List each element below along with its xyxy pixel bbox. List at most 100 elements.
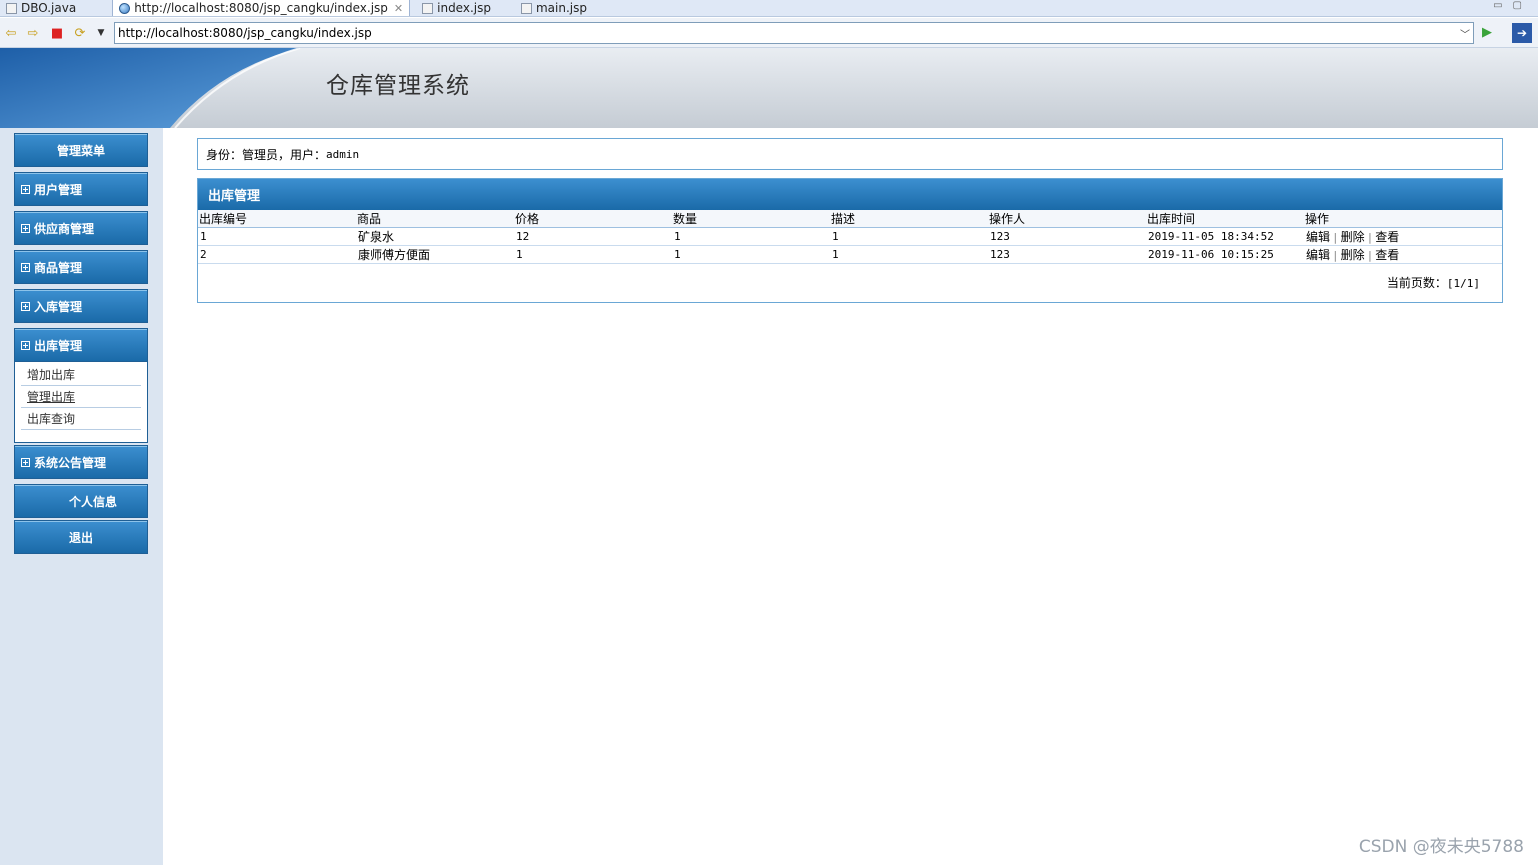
tab-label: main.jsp bbox=[535, 1, 587, 15]
url-input[interactable] bbox=[115, 26, 1457, 40]
menu-header: 管理菜单 bbox=[14, 133, 148, 167]
col-header: 出库编号 bbox=[198, 210, 356, 228]
tab-main-jsp[interactable]: main.jsp bbox=[515, 0, 593, 16]
tab-label: DBO.java bbox=[21, 1, 77, 15]
cell-product: 康师傅方便面 bbox=[356, 245, 514, 264]
col-header: 描述 bbox=[830, 210, 988, 228]
stop-icon[interactable]: ■ bbox=[49, 25, 65, 41]
col-header: 出库时间 bbox=[1146, 210, 1304, 228]
file-icon bbox=[520, 2, 532, 14]
pager-label: 当前页数： bbox=[1386, 276, 1447, 290]
table-header-row: 出库编号 商品 价格 数量 描述 操作人 出库时间 操作 bbox=[198, 210, 1502, 228]
cell-desc: 1 bbox=[830, 227, 988, 246]
outbound-panel: 出库管理 出库编号 商品 价格 数量 描述 操作人 出库时间 操作 1 矿泉水 … bbox=[197, 178, 1503, 303]
go-icon[interactable]: ▶ bbox=[1482, 25, 1498, 41]
header-banner-art bbox=[0, 48, 301, 128]
file-icon bbox=[422, 2, 434, 14]
browser-toolbar: ⇦ ⇨ ■ ⟳ ▼ ﹀ ▶ ➔ bbox=[0, 18, 1538, 48]
edit-link[interactable]: 编辑 bbox=[1306, 248, 1330, 262]
sidebar-item-label: 出库管理 bbox=[34, 338, 83, 353]
tab-label: index.jsp bbox=[437, 1, 491, 15]
plus-icon bbox=[21, 184, 30, 194]
separator: | bbox=[1366, 231, 1374, 244]
table-row: 1 矿泉水 12 1 1 123 2019-11-05 18:34:52 编辑 |… bbox=[198, 227, 1502, 246]
cell-price: 1 bbox=[514, 245, 672, 264]
view-link[interactable]: 查看 bbox=[1375, 230, 1399, 244]
address-bar[interactable]: ﹀ bbox=[114, 22, 1474, 44]
sidebar-item-users[interactable]: 用户管理 bbox=[14, 172, 148, 206]
delete-link[interactable]: 删除 bbox=[1341, 248, 1365, 262]
cell-actions: 编辑 | 删除 | 查看 bbox=[1304, 245, 1502, 264]
tab-label: http://localhost:8080/jsp_cangku/index.j… bbox=[134, 1, 388, 15]
pager-value: [1/1] bbox=[1446, 277, 1480, 290]
sidebar-item-inbound[interactable]: 入库管理 bbox=[14, 289, 148, 323]
cell-id: 2 bbox=[198, 245, 356, 264]
plus-icon bbox=[21, 301, 30, 311]
cell-qty: 1 bbox=[672, 227, 830, 246]
user-info-prefix: 身份：管理员，用户： bbox=[206, 147, 327, 162]
edit-link[interactable]: 编辑 bbox=[1306, 230, 1330, 244]
cell-qty: 1 bbox=[672, 245, 830, 264]
cell-operator: 123 bbox=[988, 245, 1146, 264]
editor-tab-bar: DBO.java http://localhost:8080/jsp_cangk… bbox=[0, 0, 1538, 17]
sidebar-item-label: 系统公告管理 bbox=[34, 455, 107, 470]
window-controls[interactable]: ▭▢ bbox=[1493, 0, 1532, 11]
username: admin bbox=[326, 147, 360, 161]
profile-button[interactable]: 个人信息 bbox=[14, 484, 148, 518]
sidebar-item-label: 用户管理 bbox=[34, 182, 83, 197]
globe-icon bbox=[119, 2, 131, 14]
sidebar-item-label: 入库管理 bbox=[34, 299, 83, 314]
cell-actions: 编辑 | 删除 | 查看 bbox=[1304, 227, 1502, 246]
col-header: 操作人 bbox=[988, 210, 1146, 228]
watermark: CSDN @夜未央5788 bbox=[1358, 837, 1524, 857]
open-external-icon[interactable]: ➔ bbox=[1512, 23, 1532, 43]
col-header: 商品 bbox=[356, 210, 514, 228]
back-icon[interactable]: ⇦ bbox=[3, 25, 19, 41]
menu-header-label: 管理菜单 bbox=[56, 143, 105, 158]
table-row: 2 康师傅方便面 1 1 1 123 2019-11-06 10:15:25 编… bbox=[198, 245, 1502, 264]
close-icon[interactable]: ✕ bbox=[394, 2, 403, 15]
tab-index-jsp[interactable]: index.jsp bbox=[416, 0, 497, 16]
plus-icon bbox=[21, 457, 30, 467]
cell-time: 2019-11-06 10:15:25 bbox=[1146, 245, 1304, 264]
cell-id: 1 bbox=[198, 227, 356, 246]
view-link[interactable]: 查看 bbox=[1375, 248, 1399, 262]
sidebar-item-notices[interactable]: 系统公告管理 bbox=[14, 445, 148, 479]
sidebar-item-suppliers[interactable]: 供应商管理 bbox=[14, 211, 148, 245]
logout-label: 退出 bbox=[68, 530, 93, 545]
cell-desc: 1 bbox=[830, 245, 988, 264]
submenu-manage-outbound[interactable]: 管理出库 bbox=[21, 386, 141, 408]
outbound-submenu: 增加出库 管理出库 出库查询 bbox=[14, 362, 148, 443]
refresh-icon[interactable]: ⟳ bbox=[72, 25, 88, 41]
sidebar-item-label: 供应商管理 bbox=[34, 221, 95, 236]
submenu-query-outbound[interactable]: 出库查询 bbox=[21, 408, 141, 430]
chevron-down-icon[interactable]: ▼ bbox=[93, 25, 109, 41]
plus-icon bbox=[21, 223, 30, 233]
sidebar-item-products[interactable]: 商品管理 bbox=[14, 250, 148, 284]
plus-icon bbox=[21, 262, 30, 272]
col-header: 价格 bbox=[514, 210, 672, 228]
pagination: 当前页数：[1/1] bbox=[1387, 274, 1480, 291]
submenu-add-outbound[interactable]: 增加出库 bbox=[21, 364, 141, 386]
tab-dbo-java[interactable]: DBO.java bbox=[0, 0, 82, 16]
logout-button[interactable]: 退出 bbox=[14, 520, 148, 554]
plus-icon bbox=[21, 340, 30, 350]
java-file-icon bbox=[6, 2, 17, 14]
chevron-down-icon[interactable]: ﹀ bbox=[1457, 26, 1473, 41]
panel-title: 出库管理 bbox=[198, 179, 1502, 210]
cell-product: 矿泉水 bbox=[356, 227, 514, 246]
site-header: 仓库管理系统 bbox=[0, 48, 1538, 128]
separator: | bbox=[1366, 249, 1374, 262]
outbound-table: 出库编号 商品 价格 数量 描述 操作人 出库时间 操作 1 矿泉水 12 1 … bbox=[198, 210, 1502, 264]
user-info-bar: 身份：管理员，用户： admin bbox=[197, 138, 1503, 170]
tab-browser[interactable]: http://localhost:8080/jsp_cangku/index.j… bbox=[112, 0, 411, 16]
col-header: 操作 bbox=[1304, 210, 1502, 228]
col-header: 数量 bbox=[672, 210, 830, 228]
forward-icon[interactable]: ⇨ bbox=[25, 25, 41, 41]
cell-operator: 123 bbox=[988, 227, 1146, 246]
sidebar-item-label: 商品管理 bbox=[34, 260, 83, 275]
delete-link[interactable]: 删除 bbox=[1341, 230, 1365, 244]
separator: | bbox=[1332, 231, 1339, 244]
sidebar-item-outbound[interactable]: 出库管理 bbox=[14, 328, 148, 362]
cell-price: 12 bbox=[514, 227, 672, 246]
